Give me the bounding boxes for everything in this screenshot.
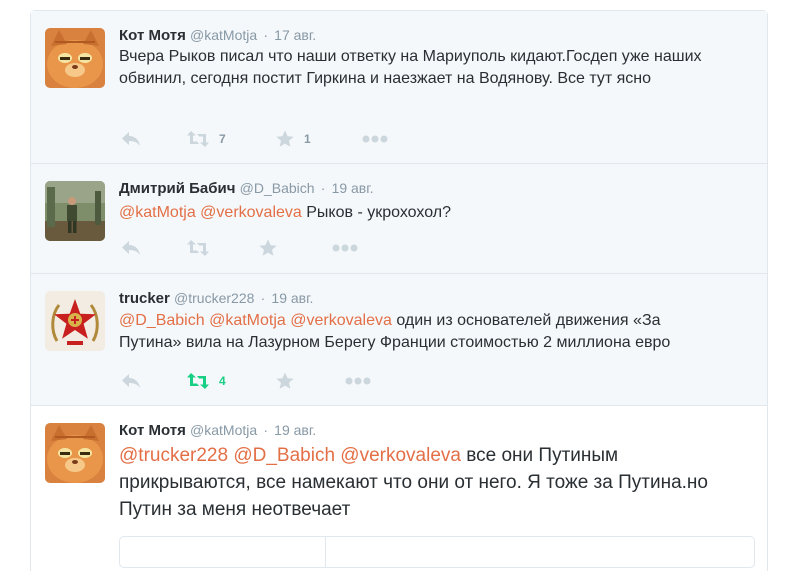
mention-link[interactable]: @verkovaleva bbox=[340, 445, 461, 466]
reply-icon bbox=[122, 132, 140, 146]
username[interactable]: @katMotja bbox=[190, 27, 257, 43]
timestamp[interactable]: 17 авг. bbox=[274, 27, 316, 43]
tweet-text-line: Путин за меня неотвечает bbox=[119, 499, 351, 520]
tweet-text: @D_Babich @katMotja @verkovaleva один из… bbox=[119, 310, 739, 354]
retweet-count: 4 bbox=[219, 374, 226, 388]
fullname[interactable]: Кот Мотя bbox=[119, 422, 186, 439]
star-icon bbox=[259, 239, 277, 256]
more-dots-icon bbox=[345, 377, 371, 385]
tweet-header: Кот Мотя @katMotja · 17 авг. bbox=[119, 27, 316, 44]
mention-link[interactable]: @katMotja bbox=[119, 204, 196, 221]
tweet-text-body: Вчера Рыков писал что наши ответку на Ма… bbox=[119, 48, 702, 87]
timestamp[interactable]: 19 авг. bbox=[274, 422, 316, 438]
cat-avatar-icon bbox=[45, 28, 105, 88]
reply-button[interactable] bbox=[121, 238, 141, 258]
tweet-stream: Кот Мотя @katMotja · 17 авг. Вчера Рыков… bbox=[30, 10, 768, 571]
favorite-button[interactable]: 1 bbox=[276, 129, 311, 149]
fullname[interactable]: trucker bbox=[119, 290, 170, 307]
mention-link[interactable]: @verkovaleva bbox=[290, 312, 392, 329]
separator: · bbox=[263, 422, 268, 438]
timestamp[interactable]: 19 авг. bbox=[271, 290, 313, 306]
avatar[interactable] bbox=[45, 181, 105, 241]
more-button[interactable] bbox=[332, 238, 358, 258]
tweet-header: Кот Мотя @katMotja · 19 авг. bbox=[119, 422, 316, 439]
separator: · bbox=[263, 27, 268, 43]
username[interactable]: @katMotja bbox=[190, 422, 257, 438]
retweet-button[interactable]: 7 bbox=[187, 129, 226, 149]
tweet-actions bbox=[119, 238, 419, 258]
mention-link[interactable]: @verkovaleva bbox=[200, 204, 302, 221]
retweet-button[interactable]: 4 bbox=[187, 371, 226, 391]
fullname[interactable]: Дмитрий Бабич bbox=[119, 180, 235, 197]
reply-icon bbox=[122, 374, 140, 388]
tweet-text-line: Путина» вила на Лазурном Берегу Франции … bbox=[119, 334, 671, 351]
retweet-button[interactable] bbox=[187, 238, 209, 258]
divider bbox=[325, 537, 326, 567]
avatar[interactable] bbox=[45, 28, 105, 88]
separator: · bbox=[320, 180, 326, 196]
tweet-text: @trucker228 @D_Babich @verkovaleva все о… bbox=[119, 442, 759, 523]
tweet-actions: 4 bbox=[119, 371, 419, 391]
more-button[interactable] bbox=[345, 371, 371, 391]
avatar[interactable] bbox=[45, 423, 105, 483]
tweet-text-line: @D_Babich @katMotja @verkovaleva один из… bbox=[119, 310, 739, 332]
separator: · bbox=[260, 290, 266, 306]
mention-link[interactable]: @katMotja bbox=[209, 312, 286, 329]
star-icon bbox=[276, 130, 294, 147]
more-dots-icon bbox=[362, 135, 388, 143]
avatar[interactable] bbox=[45, 291, 105, 351]
mention-link[interactable]: @D_Babich bbox=[233, 445, 335, 466]
retweet-icon bbox=[187, 131, 209, 147]
tweet[interactable]: Кот Мотя @katMotja · 17 авг. Вчера Рыков… bbox=[31, 11, 767, 164]
retweet-count: 7 bbox=[219, 132, 226, 146]
tweet[interactable]: trucker @trucker228 · 19 авг. @D_Babich … bbox=[31, 274, 767, 406]
tweet-text-body: Рыков - укрохохол? bbox=[306, 204, 451, 221]
tweet-focused[interactable]: Кот Мотя @katMotja · 19 авг. @trucker228… bbox=[31, 406, 767, 576]
reply-button[interactable] bbox=[121, 371, 141, 391]
timestamp[interactable]: 19 авг. bbox=[332, 180, 374, 196]
tweet[interactable]: Дмитрий Бабич @D_Babich · 19 авг. @katMo… bbox=[31, 164, 767, 274]
reply-icon bbox=[122, 241, 140, 255]
fullname[interactable]: Кот Мотя bbox=[119, 27, 186, 44]
tweet-actions: 7 1 bbox=[119, 129, 419, 149]
favorite-count: 1 bbox=[304, 132, 311, 146]
mention-link[interactable]: @D_Babich bbox=[119, 312, 205, 329]
cat-avatar-icon bbox=[45, 423, 105, 483]
username[interactable]: @trucker228 bbox=[174, 290, 254, 306]
more-button[interactable] bbox=[362, 129, 388, 149]
more-dots-icon bbox=[332, 244, 358, 252]
username[interactable]: @D_Babich bbox=[240, 180, 315, 196]
mention-link[interactable]: @trucker228 bbox=[119, 445, 228, 466]
favorite-button[interactable] bbox=[259, 238, 277, 258]
tweet-text: Вчера Рыков писал что наши ответку на Ма… bbox=[119, 46, 739, 90]
soldier-photo-avatar-icon bbox=[45, 181, 105, 241]
tweet-text: @katMotja @verkovaleva Рыков - укрохохол… bbox=[119, 202, 739, 224]
tweet-header: trucker @trucker228 · 19 авг. bbox=[119, 290, 313, 307]
tweet-text-body: один из основателей движения «За bbox=[396, 312, 661, 329]
retweet-icon bbox=[187, 240, 209, 256]
stats-box bbox=[119, 536, 755, 568]
red-star-emblem-avatar-icon bbox=[45, 291, 105, 351]
tweet-header: Дмитрий Бабич @D_Babich · 19 авг. bbox=[119, 180, 374, 197]
tweet-text-line: прикрываются, все намекают что они от не… bbox=[119, 472, 708, 493]
tweet-text-body: все они Путиным bbox=[466, 445, 619, 466]
star-icon bbox=[276, 372, 294, 389]
favorite-button[interactable] bbox=[276, 371, 294, 391]
retweet-icon-active bbox=[187, 373, 209, 389]
tweet-text-line: @trucker228 @D_Babich @verkovaleva все о… bbox=[119, 442, 759, 469]
reply-button[interactable] bbox=[121, 129, 141, 149]
